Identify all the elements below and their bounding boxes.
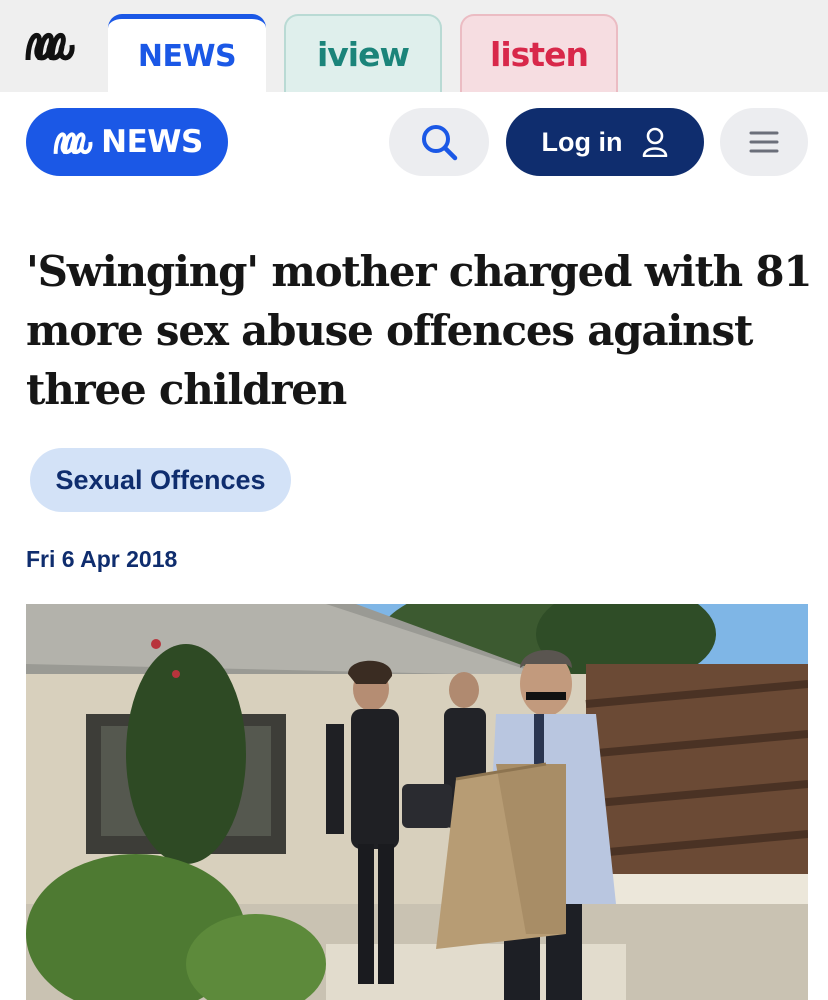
abc-logo-icon [53, 132, 93, 155]
abc-logo-icon[interactable] [24, 26, 76, 64]
network-tab-strip: NEWS iview listen [0, 0, 828, 94]
tab-listen-label: listen [490, 34, 589, 74]
logo-text: NEWS [101, 124, 203, 160]
article-hero-photo [26, 604, 808, 1000]
search-icon [422, 125, 458, 161]
login-label: Log in [541, 126, 623, 157]
search-button[interactable] [389, 108, 489, 176]
tab-iview-label: iview [316, 34, 410, 74]
article-headline: 'Swinging' mother charged with 81 more s… [26, 247, 813, 414]
publish-date: Fri 6 Apr 2018 [26, 546, 178, 572]
topic-tag-label: Sexual Offences [55, 464, 266, 495]
tab-listen[interactable]: listen [460, 14, 618, 92]
tab-news[interactable]: NEWS [108, 14, 266, 94]
user-icon [643, 127, 668, 157]
login-button[interactable]: Log in [506, 108, 704, 176]
topic-tag-sexual-offences[interactable]: Sexual Offences [30, 448, 291, 512]
tab-news-label: NEWS [137, 39, 237, 74]
hamburger-menu-icon [749, 131, 779, 153]
menu-button[interactable] [720, 108, 808, 176]
tab-iview[interactable]: iview [284, 14, 442, 92]
abc-news-logo[interactable]: NEWS [26, 108, 228, 176]
